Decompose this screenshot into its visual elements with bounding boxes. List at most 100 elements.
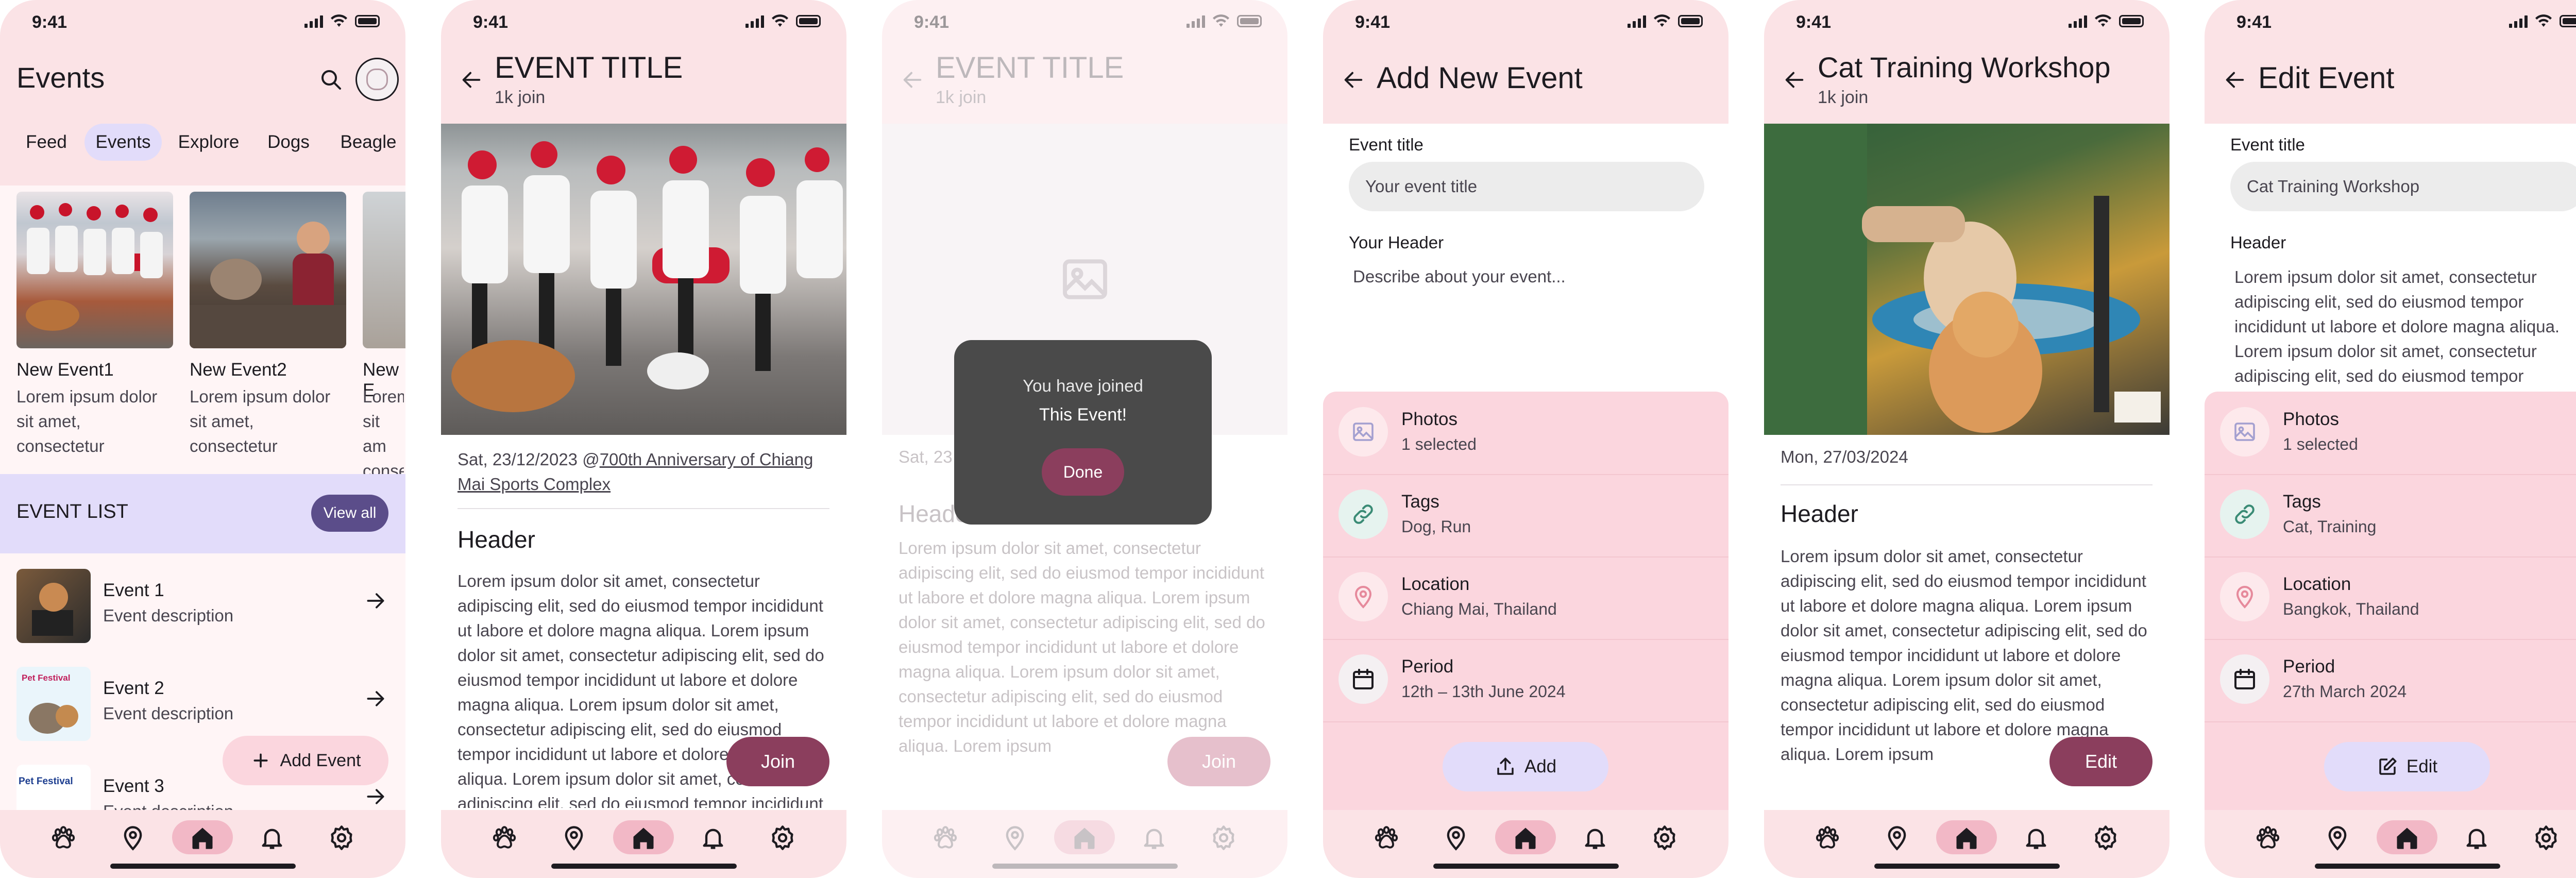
paw-icon[interactable]: [1373, 824, 1400, 851]
screen-event-detail: 9:41 EVENT TITLE 1k join Sat, 23/12/2023…: [441, 0, 846, 878]
meta-row-period[interactable]: Period 12th – 13th June 2024: [1323, 639, 1728, 722]
tab-beagle[interactable]: Beagle: [330, 124, 405, 161]
settings-icon[interactable]: [769, 824, 796, 851]
bell-icon: [1141, 824, 1167, 851]
card-title-2: New Event2: [190, 360, 287, 380]
bell-icon[interactable]: [2463, 824, 2490, 851]
card-image-3[interactable]: [363, 192, 405, 348]
paw-icon[interactable]: [1814, 824, 1841, 851]
bell-icon[interactable]: [1582, 824, 1608, 851]
settings-icon[interactable]: [1651, 824, 1678, 851]
meta-title: Location: [2283, 574, 2351, 594]
meta-value: 27th March 2024: [2283, 682, 2407, 701]
photo-icon-circle: [2220, 407, 2269, 457]
divider: [457, 508, 829, 509]
photo-icon: [2232, 419, 2257, 444]
arrow-right-icon[interactable]: [364, 687, 387, 710]
tab-explore[interactable]: Explore: [170, 124, 247, 161]
card-image-1[interactable]: [16, 192, 173, 348]
wifi-icon: [771, 14, 789, 28]
meta-row-photos[interactable]: Photos 1 selected: [1323, 392, 1728, 475]
join-button[interactable]: Join: [726, 737, 829, 786]
list-item-title: Event 3: [103, 776, 164, 796]
edit-save-button[interactable]: Edit: [2324, 742, 2490, 791]
header-textarea[interactable]: Lorem ipsum dolor sit amet, consectetur …: [2234, 265, 2576, 389]
event-title-label: Event title: [1349, 135, 1423, 154]
meta-panel: Photos 1 selected Tags Dog, Run Location…: [1323, 392, 1728, 810]
tab-dogs[interactable]: Dogs: [258, 124, 319, 161]
calendar-icon: [2232, 667, 2257, 691]
location-icon: [1351, 584, 1376, 609]
meta-title: Photos: [1401, 409, 1458, 429]
back-arrow-icon[interactable]: [460, 68, 483, 92]
location-icon: [2232, 584, 2257, 609]
list-item[interactable]: Event 1 Event description: [0, 553, 405, 652]
home-indicator: [1874, 864, 2060, 869]
detail-header: 9:41 EVENT TITLE 1k join: [882, 0, 1287, 124]
bell-icon[interactable]: [2023, 824, 2049, 851]
cats-illustration: [1764, 124, 2161, 435]
event-date-location[interactable]: Sat, 23/12/2023 @700th Anniversary of Ch…: [457, 447, 828, 497]
meta-row-photos[interactable]: Photos 1 selected: [2205, 392, 2576, 475]
paw-icon: [932, 824, 959, 851]
location-icon[interactable]: [1443, 824, 1469, 851]
event-date: Sat, 23: [899, 447, 953, 466]
arrow-right-icon[interactable]: [364, 785, 387, 808]
back-arrow-icon[interactable]: [1342, 68, 1365, 92]
home-icon[interactable]: [630, 824, 657, 851]
wifi-icon: [2094, 14, 2112, 28]
home-icon[interactable]: [1512, 824, 1539, 851]
paw-icon[interactable]: [50, 824, 77, 851]
location-icon[interactable]: [120, 824, 146, 851]
location-icon[interactable]: [1884, 824, 1910, 851]
done-button[interactable]: Done: [1042, 448, 1124, 496]
meta-row-period[interactable]: Period 27th March 2024: [2205, 639, 2576, 722]
location-icon: [1002, 824, 1028, 851]
edit-button[interactable]: Edit: [2049, 737, 2153, 786]
settings-icon[interactable]: [2092, 824, 2119, 851]
header-textarea[interactable]: Describe about your event...: [1353, 267, 1703, 286]
settings-icon[interactable]: [2533, 824, 2560, 851]
calendar-icon-circle: [1338, 654, 1388, 704]
location-icon[interactable]: [2324, 824, 2351, 851]
card-image-2[interactable]: [190, 192, 346, 348]
add-event-button[interactable]: Add Event: [223, 736, 388, 785]
meta-row-location[interactable]: Location Bangkok, Thailand: [2205, 556, 2576, 640]
home-icon[interactable]: [2394, 824, 2420, 851]
meta-row-tags[interactable]: Tags Dog, Run: [1323, 474, 1728, 558]
home-icon[interactable]: [1953, 824, 1980, 851]
location-icon[interactable]: [561, 824, 587, 851]
back-arrow-icon[interactable]: [1783, 68, 1806, 92]
tab-feed[interactable]: Feed: [15, 124, 77, 161]
settings-icon[interactable]: [328, 824, 355, 851]
bell-icon[interactable]: [700, 824, 726, 851]
home-icon[interactable]: [189, 824, 216, 851]
event2-thumbnail: Pet Festival: [16, 667, 91, 741]
search-icon[interactable]: [318, 67, 343, 92]
event-title-input[interactable]: Cat Training Workshop: [2230, 162, 2576, 211]
arrow-right-icon[interactable]: [364, 589, 387, 612]
meta-value: Dog, Run: [1401, 517, 1471, 536]
back-arrow-icon[interactable]: [901, 68, 924, 92]
status-icons: [2509, 13, 2576, 29]
view-all-button[interactable]: View all: [311, 495, 388, 532]
meta-title: Tags: [1401, 492, 1439, 512]
tab-events[interactable]: Events: [84, 124, 162, 161]
event-title-input[interactable]: Your event title: [1349, 162, 1704, 211]
meta-title: Period: [1401, 656, 1454, 677]
status-icons: [2069, 13, 2144, 29]
screen-add-event: 9:41 Add New Event Event title Your even…: [1323, 0, 1728, 878]
edit-header: 9:41 Edit Event: [2205, 0, 2576, 124]
bell-icon[interactable]: [259, 824, 285, 851]
calendar-icon-circle: [2220, 654, 2269, 704]
back-arrow-icon[interactable]: [2223, 68, 2247, 92]
add-button[interactable]: Add: [1443, 742, 1608, 791]
edit-icon: [2377, 756, 2398, 778]
avatar[interactable]: [355, 58, 399, 101]
meta-row-tags[interactable]: Tags Cat, Training: [2205, 474, 2576, 558]
meta-row-location[interactable]: Location Chiang Mai, Thailand: [1323, 556, 1728, 640]
join-count: 1k join: [495, 88, 546, 107]
header-label: Your Header: [1349, 233, 1444, 252]
paw-icon[interactable]: [2255, 824, 2281, 851]
paw-icon[interactable]: [491, 824, 518, 851]
